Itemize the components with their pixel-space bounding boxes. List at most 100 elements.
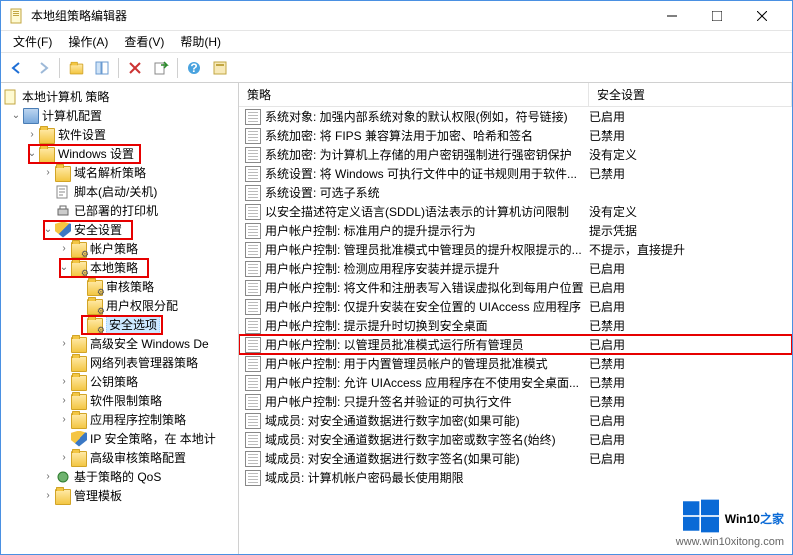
- menu-help[interactable]: 帮助(H): [172, 31, 229, 52]
- policy-row[interactable]: 域成员: 计算机帐户密码最长使用期限: [239, 468, 792, 487]
- collapse-icon[interactable]: ⌄: [57, 262, 71, 273]
- tree-qos[interactable]: ›基于策略的 QoS: [1, 467, 238, 486]
- tree-ip-security[interactable]: IP 安全策略，在 本地计: [1, 429, 238, 448]
- policy-row[interactable]: 用户帐户控制: 以管理员批准模式运行所有管理员已启用: [239, 335, 792, 354]
- toolbar-separator: [118, 58, 119, 78]
- policy-row[interactable]: 域成员: 对安全通道数据进行数字签名(如果可能)已启用: [239, 449, 792, 468]
- column-policy[interactable]: 策略: [239, 83, 589, 106]
- policy-setting: 已启用: [589, 108, 792, 125]
- policy-setting: 已禁用: [589, 374, 792, 391]
- properties-button[interactable]: [208, 56, 232, 80]
- expand-icon[interactable]: ›: [57, 414, 71, 425]
- policy-row[interactable]: 系统设置: 将 Windows 可执行文件中的证书规则用于软件...已禁用: [239, 164, 792, 183]
- policy-name: 系统加密: 为计算机上存储的用户密钥强制进行强密钥保护: [265, 146, 572, 163]
- policy-setting: 提示凭据: [589, 222, 792, 239]
- policy-icon: [245, 432, 261, 448]
- tree-software-restrict[interactable]: ›软件限制策略: [1, 391, 238, 410]
- tree-computer-config[interactable]: ⌄计算机配置: [1, 106, 238, 125]
- expand-icon[interactable]: ›: [57, 376, 71, 387]
- expand-icon[interactable]: ›: [41, 167, 55, 178]
- tree-user-rights[interactable]: 用户权限分配: [1, 296, 238, 315]
- window-title: 本地组策略编辑器: [31, 7, 649, 24]
- policy-row[interactable]: 用户帐户控制: 用于内置管理员帐户的管理员批准模式已禁用: [239, 354, 792, 373]
- policy-row[interactable]: 用户帐户控制: 提示提升时切换到安全桌面已禁用: [239, 316, 792, 335]
- tree-public-key[interactable]: ›公钥策略: [1, 372, 238, 391]
- tree-software-settings[interactable]: ›软件设置: [1, 125, 238, 144]
- tree-name-resolve[interactable]: ›域名解析策略: [1, 163, 238, 182]
- policy-setting: 已启用: [589, 279, 792, 296]
- policy-name: 用户帐户控制: 用于内置管理员帐户的管理员批准模式: [265, 355, 548, 372]
- policy-row[interactable]: 用户帐户控制: 标准用户的提升提示行为 提示凭据: [239, 221, 792, 240]
- forward-button[interactable]: [31, 56, 55, 80]
- policy-setting: 不提示，直接提升: [589, 241, 792, 258]
- collapse-icon[interactable]: ⌄: [9, 110, 23, 121]
- expand-icon[interactable]: ›: [57, 243, 71, 254]
- help-button[interactable]: ?: [182, 56, 206, 80]
- policy-icon: [245, 223, 261, 239]
- tree-network-list[interactable]: 网络列表管理器策略: [1, 353, 238, 372]
- tree-audit-policy[interactable]: 审核策略: [1, 277, 238, 296]
- policy-row[interactable]: 用户帐户控制: 检测应用程序安装并提示提升已启用: [239, 259, 792, 278]
- tree-pane[interactable]: 本地计算机 策略 ⌄计算机配置 ›软件设置 ⌄Windows 设置 ›域名解析策…: [1, 83, 239, 554]
- policy-setting: 已启用: [589, 260, 792, 277]
- policy-row[interactable]: 系统加密: 为计算机上存储的用户密钥强制进行强密钥保护没有定义: [239, 145, 792, 164]
- policy-setting: 已禁用: [589, 165, 792, 182]
- tree-local-policies[interactable]: ⌄本地策略: [1, 258, 238, 277]
- show-hide-tree-button[interactable]: [90, 56, 114, 80]
- menu-action[interactable]: 操作(A): [60, 31, 116, 52]
- list-header: 策略 安全设置: [239, 83, 792, 107]
- policy-row[interactable]: 以安全描述符定义语言(SDDL)语法表示的计算机访问限制没有定义: [239, 202, 792, 221]
- titlebar: 本地组策略编辑器: [1, 1, 792, 31]
- policy-row[interactable]: 系统加密: 将 FIPS 兼容算法用于加密、哈希和签名已禁用: [239, 126, 792, 145]
- policy-row[interactable]: 用户帐户控制: 允许 UIAccess 应用程序在不使用安全桌面... 已禁用: [239, 373, 792, 392]
- policy-icon: [245, 166, 261, 182]
- delete-button[interactable]: [123, 56, 147, 80]
- tree-security-options[interactable]: 安全选项: [1, 315, 238, 334]
- tree-admin-templates[interactable]: ›管理模板: [1, 486, 238, 505]
- tree-security-settings[interactable]: ⌄安全设置: [1, 220, 238, 239]
- expand-icon[interactable]: ›: [57, 452, 71, 463]
- toolbar: ?: [1, 53, 792, 83]
- policy-name: 用户帐户控制: 允许 UIAccess 应用程序在不使用安全桌面...: [265, 374, 579, 391]
- expand-icon[interactable]: ›: [41, 490, 55, 501]
- policy-row[interactable]: 用户帐户控制: 仅提升安装在安全位置的 UIAccess 应用程序已启用: [239, 297, 792, 316]
- collapse-icon[interactable]: ⌄: [41, 224, 55, 235]
- tree-root[interactable]: 本地计算机 策略: [1, 87, 238, 106]
- policy-row[interactable]: 系统对象: 加强内部系统对象的默认权限(例如，符号链接)已启用: [239, 107, 792, 126]
- expand-icon[interactable]: ›: [25, 129, 39, 140]
- expand-icon[interactable]: ›: [57, 338, 71, 349]
- tree-printers[interactable]: 已部署的打印机: [1, 201, 238, 220]
- expand-icon[interactable]: ›: [41, 471, 55, 482]
- tree-windows-settings[interactable]: ⌄Windows 设置: [1, 144, 238, 163]
- menu-file[interactable]: 文件(F): [5, 31, 60, 52]
- tree-advanced-audit[interactable]: ›高级审核策略配置: [1, 448, 238, 467]
- tree-app-control[interactable]: ›应用程序控制策略: [1, 410, 238, 429]
- maximize-button[interactable]: [694, 1, 739, 31]
- policy-icon: [245, 451, 261, 467]
- tree-account-policies[interactable]: ›帐户策略: [1, 239, 238, 258]
- collapse-icon[interactable]: ⌄: [25, 148, 39, 159]
- back-button[interactable]: [5, 56, 29, 80]
- app-icon: [9, 8, 25, 24]
- policy-setting: 已启用: [589, 431, 792, 448]
- minimize-button[interactable]: [649, 1, 694, 31]
- export-button[interactable]: [149, 56, 173, 80]
- content-panes: 本地计算机 策略 ⌄计算机配置 ›软件设置 ⌄Windows 设置 ›域名解析策…: [1, 83, 792, 554]
- policy-list[interactable]: 策略 安全设置 系统对象: 加强内部系统对象的默认权限(例如，符号链接)已启用系…: [239, 83, 792, 554]
- policy-row[interactable]: 系统设置: 可选子系统: [239, 183, 792, 202]
- policy-name: 系统加密: 将 FIPS 兼容算法用于加密、哈希和签名: [265, 127, 533, 144]
- policy-name: 用户帐户控制: 管理员批准模式中管理员的提升权限提示的...: [265, 241, 582, 258]
- tree-advanced-defender[interactable]: ›高级安全 Windows De: [1, 334, 238, 353]
- expand-icon[interactable]: ›: [57, 395, 71, 406]
- policy-row[interactable]: 用户帐户控制: 将文件和注册表写入错误虚拟化到每用户位置已启用: [239, 278, 792, 297]
- policy-row[interactable]: 域成员: 对安全通道数据进行数字加密(如果可能)已启用: [239, 411, 792, 430]
- policy-row[interactable]: 域成员: 对安全通道数据进行数字加密或数字签名(始终)已启用: [239, 430, 792, 449]
- tree-scripts[interactable]: 脚本(启动/关机): [1, 182, 238, 201]
- column-setting[interactable]: 安全设置: [589, 83, 792, 106]
- policy-row[interactable]: 用户帐户控制: 管理员批准模式中管理员的提升权限提示的... 不提示，直接提升: [239, 240, 792, 259]
- menu-view[interactable]: 查看(V): [116, 31, 172, 52]
- policy-row[interactable]: 用户帐户控制: 只提升签名并验证的可执行文件已禁用: [239, 392, 792, 411]
- up-button[interactable]: [64, 56, 88, 80]
- policy-name: 用户帐户控制: 标准用户的提升提示行为: [265, 222, 476, 239]
- close-button[interactable]: [739, 1, 784, 31]
